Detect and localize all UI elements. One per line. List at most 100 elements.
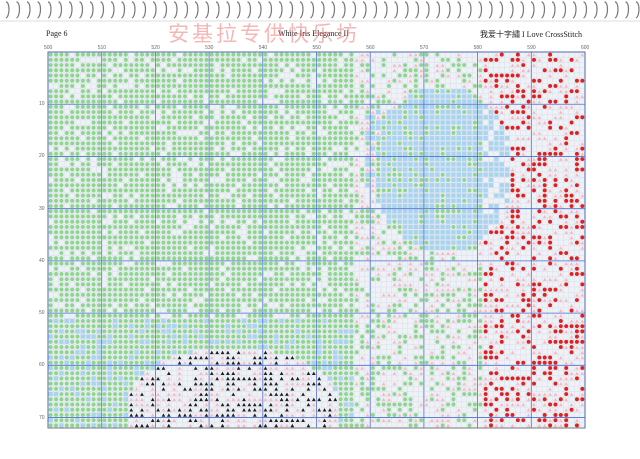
stitch-symbol bbox=[344, 146, 349, 151]
stitch-symbol bbox=[59, 345, 64, 350]
stitch-symbol bbox=[75, 240, 80, 245]
stitch-symbol bbox=[123, 209, 128, 214]
stitch-symbol bbox=[97, 230, 101, 235]
stitch-symbol bbox=[225, 172, 230, 177]
stitch-symbol bbox=[370, 277, 375, 282]
stitch-symbol bbox=[118, 261, 123, 266]
stitch-symbol bbox=[494, 203, 499, 209]
stitch-symbol bbox=[166, 251, 171, 256]
stitch-symbol bbox=[86, 183, 91, 188]
stitch-symbol bbox=[177, 209, 182, 214]
stitch-symbol bbox=[215, 167, 220, 172]
stitch-symbol bbox=[86, 177, 91, 182]
stitch-symbol bbox=[64, 350, 69, 355]
stitch-symbol bbox=[150, 329, 155, 334]
stitch-symbol bbox=[263, 240, 268, 245]
stitch-symbol bbox=[446, 318, 451, 323]
stitch-symbol bbox=[284, 94, 289, 99]
stitch-symbol bbox=[338, 224, 343, 229]
cross-stitch-grid bbox=[47, 51, 586, 429]
stitch-symbol bbox=[467, 219, 472, 224]
stitch-symbol bbox=[193, 303, 198, 308]
stitch-symbol bbox=[274, 146, 279, 151]
stitch-symbol bbox=[338, 251, 343, 256]
stitch-symbol bbox=[419, 109, 424, 115]
stitch-symbol bbox=[419, 125, 424, 130]
stitch-symbol bbox=[161, 172, 166, 177]
stitch-symbol bbox=[204, 298, 209, 303]
stitch-symbol bbox=[494, 371, 499, 376]
stitch-symbol bbox=[333, 183, 338, 188]
stitch-symbol bbox=[70, 235, 75, 240]
stitch-symbol bbox=[440, 99, 445, 104]
stitch-symbol bbox=[451, 89, 456, 94]
stitch-symbol bbox=[317, 355, 322, 360]
stitch-symbol bbox=[370, 219, 375, 224]
stitch-symbol bbox=[145, 355, 150, 360]
stitch-symbol bbox=[338, 381, 343, 386]
stitch-symbol bbox=[301, 329, 306, 334]
stitch-symbol bbox=[75, 204, 80, 209]
stitch-symbol bbox=[408, 240, 413, 245]
stitch-symbol bbox=[338, 230, 343, 235]
stitch-symbol bbox=[327, 277, 332, 282]
stitch-symbol bbox=[161, 277, 166, 282]
stitch-symbol bbox=[80, 376, 85, 381]
stitch-symbol bbox=[123, 167, 128, 172]
stitch-symbol bbox=[48, 214, 53, 219]
stitch-symbol bbox=[86, 256, 91, 261]
stitch-symbol bbox=[510, 73, 515, 78]
stitch-symbol bbox=[86, 141, 91, 146]
stitch-symbol bbox=[134, 271, 139, 276]
stitch-symbol bbox=[322, 292, 327, 297]
stitch-symbol bbox=[215, 298, 220, 303]
stitch-symbol bbox=[193, 57, 198, 62]
stitch-symbol bbox=[327, 94, 332, 99]
stitch-symbol bbox=[344, 376, 349, 381]
stitch-symbol bbox=[129, 146, 134, 151]
stitch-symbol bbox=[263, 52, 268, 57]
stitch-symbol bbox=[123, 298, 128, 303]
stitch-symbol bbox=[97, 136, 101, 141]
stitch-symbol bbox=[86, 136, 91, 141]
stitch-symbol bbox=[220, 167, 225, 172]
stitch-symbol bbox=[177, 89, 182, 94]
stitch-symbol bbox=[284, 177, 289, 182]
stitch-symbol bbox=[134, 235, 139, 240]
stitch-symbol bbox=[64, 167, 69, 172]
stitch-symbol bbox=[182, 345, 187, 350]
stitch-symbol bbox=[70, 172, 75, 177]
stitch-symbol bbox=[381, 120, 386, 125]
stitch-symbol bbox=[327, 219, 332, 224]
stitch-symbol bbox=[123, 224, 128, 229]
stitch-symbol bbox=[456, 89, 461, 94]
stitch-symbol bbox=[129, 94, 134, 99]
stitch-symbol bbox=[387, 251, 391, 256]
stitch-symbol bbox=[236, 277, 241, 282]
stitch-symbol bbox=[494, 78, 499, 83]
stitch-symbol bbox=[215, 261, 220, 266]
stitch-symbol bbox=[526, 329, 531, 334]
stitch-symbol bbox=[247, 318, 252, 323]
stitch-symbol bbox=[456, 287, 461, 292]
stitch-symbol bbox=[338, 339, 343, 344]
stitch-symbol bbox=[440, 204, 445, 209]
stitch-symbol bbox=[118, 266, 123, 271]
stitch-symbol bbox=[145, 329, 150, 334]
stitch-symbol bbox=[172, 224, 177, 229]
stitch-symbol bbox=[193, 345, 198, 350]
stitch-symbol bbox=[478, 376, 483, 381]
stitch-symbol bbox=[349, 256, 354, 261]
stitch-symbol bbox=[188, 78, 193, 83]
stitch-symbol bbox=[558, 125, 563, 130]
stitch-symbol bbox=[97, 240, 101, 245]
stitch-symbol bbox=[548, 261, 553, 266]
stitch-symbol bbox=[306, 162, 311, 167]
stitch-symbol bbox=[521, 63, 526, 68]
stitch-symbol bbox=[322, 329, 327, 334]
stitch-symbol bbox=[290, 141, 295, 146]
stitch-symbol bbox=[80, 240, 85, 245]
stitch-symbol bbox=[440, 198, 445, 203]
stitch-symbol bbox=[204, 198, 209, 203]
stitch-symbol bbox=[376, 167, 381, 172]
